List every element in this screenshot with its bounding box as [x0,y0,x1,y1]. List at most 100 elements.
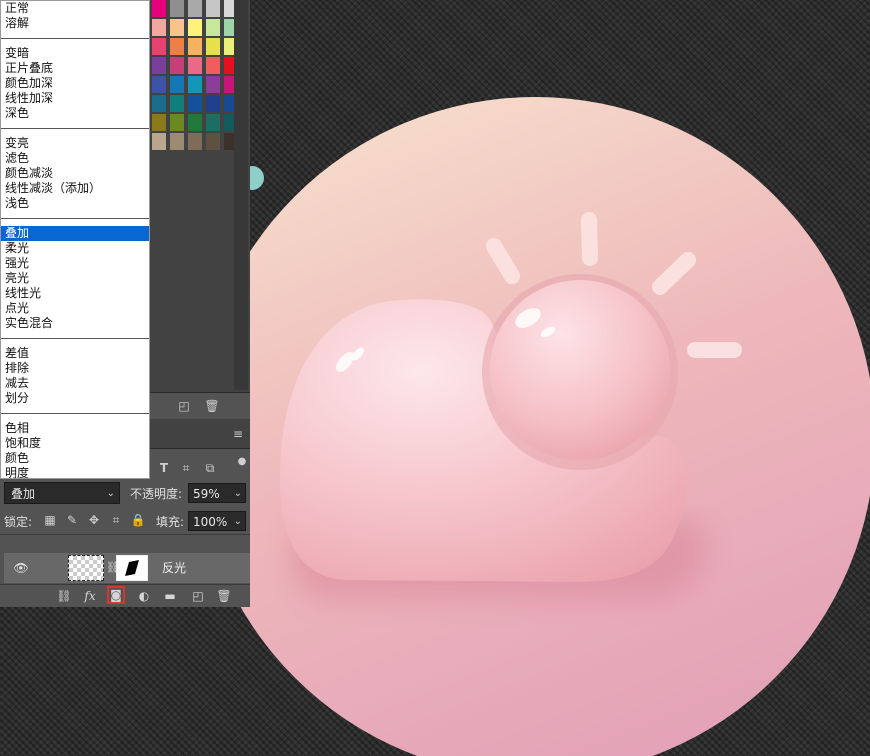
chevron-down-icon: ⌄ [106,488,115,499]
color-swatch[interactable] [152,95,166,112]
trash-icon[interactable]: 🗑 [204,398,220,414]
color-swatch[interactable] [170,19,184,36]
blend-menu-item[interactable]: 强光 [1,256,149,271]
blend-menu-item[interactable]: 浅色 [1,196,149,211]
color-swatch[interactable] [206,38,220,55]
blend-menu-item[interactable]: 划分 [1,391,149,406]
blend-menu-item[interactable]: 减去 [1,376,149,391]
blend-menu-item[interactable]: 颜色减淡 [1,166,149,181]
swatches-panel: ◰ 🗑 [150,0,250,420]
blend-menu-item[interactable]: 亮光 [1,271,149,286]
lock-label: 锁定: [4,515,33,529]
blend-mode-select[interactable]: 叠加 ⌄ [4,482,120,504]
panel-menu-icon[interactable]: ≡ [230,426,246,442]
lock-position-icon[interactable]: ✥ [86,512,102,528]
blend-menu-item[interactable]: 叠加 [1,226,149,241]
color-swatch[interactable] [152,19,166,36]
swatch-footer: ◰ 🗑 [150,392,250,419]
blend-menu-item[interactable]: 实色混合 [1,316,149,331]
blend-mode-menu[interactable]: 正常 溶解变暗 正片叠底 颜色加深 线性加深 深色变亮 滤色 颜色减淡 线性减淡（添加） 浅色叠加… [0,0,150,479]
blend-menu-item[interactable]: 差值 [1,346,149,361]
color-swatch[interactable] [170,38,184,55]
fill-input[interactable]: 100% ⌄ [188,511,246,531]
color-swatch[interactable] [152,38,166,55]
layer-thumbnail[interactable] [68,555,104,581]
menu-separator [1,38,149,39]
layer-row[interactable]: 👁 ⛓ 反光 [4,553,250,583]
color-swatch[interactable] [188,95,202,112]
color-swatch[interactable] [188,133,202,150]
blend-menu-item[interactable]: 线性减淡（添加） [1,181,149,196]
blend-menu-item[interactable]: 深色 [1,106,149,121]
lock-artboard-icon[interactable]: ⌗ [108,512,124,528]
color-swatch[interactable] [152,114,166,131]
blend-menu-item[interactable]: 排除 [1,361,149,376]
color-swatch[interactable] [188,19,202,36]
blend-menu-item[interactable]: 正常 [1,1,149,16]
color-swatch[interactable] [170,57,184,74]
layer-mask-thumbnail[interactable] [116,555,148,581]
color-swatch[interactable] [170,95,184,112]
color-swatch[interactable] [188,114,202,131]
blend-menu-item[interactable]: 明度 [1,466,149,478]
trash-icon[interactable]: 🗑 [216,588,232,604]
color-swatch[interactable] [152,0,166,17]
color-swatch[interactable] [206,0,220,17]
blend-menu-item[interactable]: 变亮 [1,136,149,151]
blend-menu-item[interactable]: 滤色 [1,151,149,166]
layer-name[interactable]: 反光 [162,553,186,583]
color-swatch[interactable] [152,133,166,150]
layer-filter-row: T ⌗ ⧉ ● [150,456,250,480]
color-swatch[interactable] [170,76,184,93]
blend-menu-item[interactable]: 颜色 [1,451,149,466]
color-swatch[interactable] [206,95,220,112]
filter-toggle-icon[interactable]: ● [234,454,250,470]
blend-menu-item[interactable]: 线性加深 [1,91,149,106]
blend-menu-item[interactable]: 色相 [1,421,149,436]
lock-pixels-icon[interactable]: ✎ [64,512,80,528]
color-swatch[interactable] [170,133,184,150]
swatch-grid [152,0,238,150]
blend-menu-item[interactable]: 溶解 [1,16,149,31]
blend-menu-item[interactable]: 柔光 [1,241,149,256]
blend-row: 叠加 ⌄ 不透明度: 59% ⌄ [0,482,250,506]
blend-menu-item[interactable]: 线性光 [1,286,149,301]
color-swatch[interactable] [206,114,220,131]
smartobject-filter-icon[interactable]: ⧉ [202,460,218,476]
lock-transparency-icon[interactable]: ▦ [42,512,58,528]
color-swatch[interactable] [206,19,220,36]
fx-icon[interactable]: fx [82,588,98,604]
new-swatch-icon[interactable]: ◰ [176,398,192,414]
adjustment-layer-icon[interactable]: ◐ [136,588,152,604]
new-layer-icon[interactable]: ◰ [190,588,206,604]
menu-separator [1,338,149,339]
color-swatch[interactable] [206,133,220,150]
color-swatch[interactable] [188,38,202,55]
blend-menu-item[interactable]: 颜色加深 [1,76,149,91]
blend-menu-item[interactable]: 饱和度 [1,436,149,451]
color-swatch[interactable] [170,114,184,131]
color-swatch[interactable] [188,0,202,17]
color-swatch[interactable] [206,57,220,74]
lock-all-icon[interactable]: 🔒 [130,512,146,528]
opacity-value: 59% [193,487,220,501]
add-mask-icon[interactable]: ◙ [107,586,125,604]
menu-separator [1,413,149,414]
color-swatch[interactable] [206,76,220,93]
color-swatch[interactable] [152,76,166,93]
color-swatch[interactable] [188,57,202,74]
swatch-scrollbar[interactable] [234,0,248,390]
color-swatch[interactable] [170,0,184,17]
color-swatch[interactable] [188,76,202,93]
opacity-input[interactable]: 59% ⌄ [188,483,246,503]
color-swatch[interactable] [152,57,166,74]
link-layers-icon[interactable]: ⛓ [56,588,72,604]
eye-icon[interactable]: 👁 [8,553,34,583]
chevron-down-icon: ⌄ [233,516,242,527]
blend-menu-item[interactable]: 点光 [1,301,149,316]
blend-menu-item[interactable]: 变暗 [1,46,149,61]
type-filter-icon[interactable]: T [156,460,172,476]
folder-icon[interactable]: ▬ [162,588,178,604]
shape-filter-icon[interactable]: ⌗ [178,460,194,476]
blend-menu-item[interactable]: 正片叠底 [1,61,149,76]
